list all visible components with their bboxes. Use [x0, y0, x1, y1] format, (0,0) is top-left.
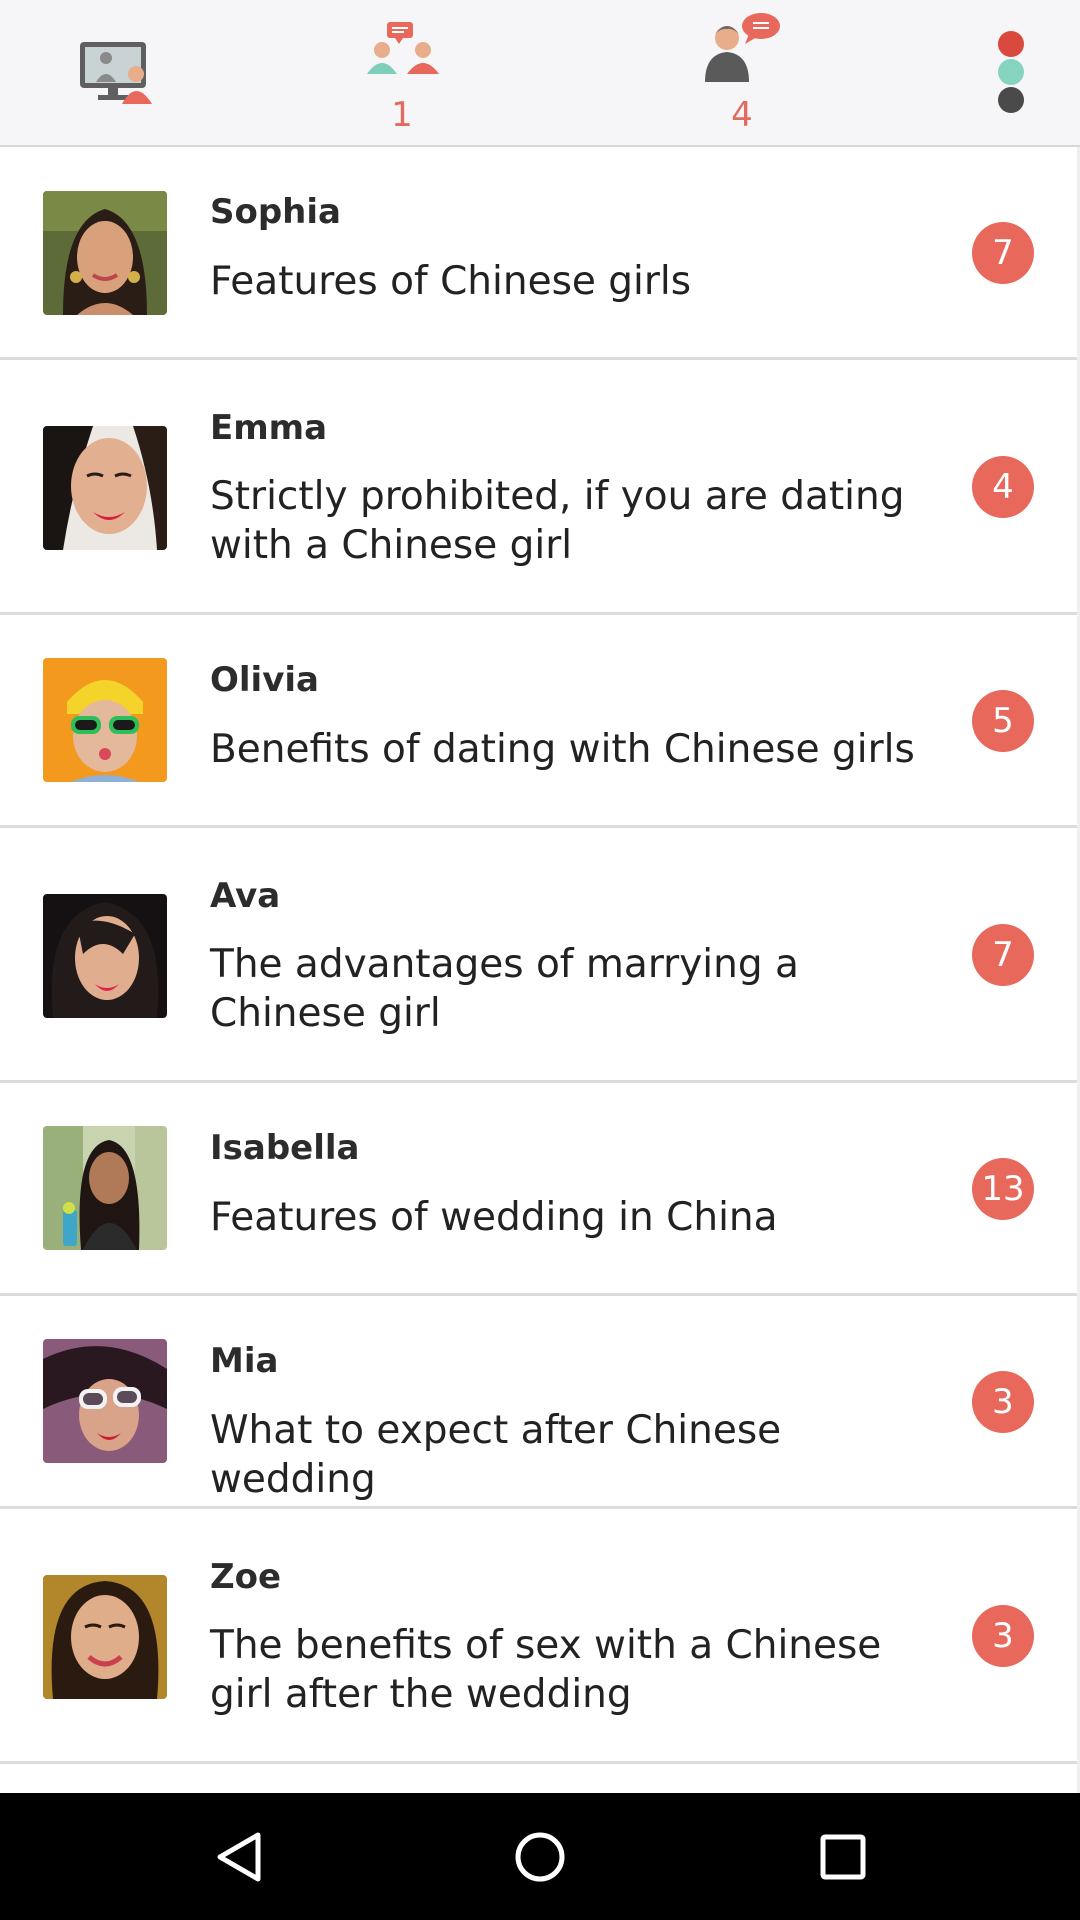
- message-preview: The advantages of marrying a Chinese gir…: [210, 942, 799, 1036]
- list-item[interactable]: Mia What to expect after Chinese wedding…: [0, 1296, 1077, 1509]
- list-item[interactable]: Ava The advantages of marrying a Chinese…: [0, 828, 1077, 1083]
- home-button[interactable]: [490, 1793, 590, 1920]
- avatar: [43, 658, 167, 782]
- conversation-list[interactable]: Sophia Features of Chinese girls 7 Emma …: [0, 147, 1080, 1793]
- unread-badge: 4: [972, 456, 1034, 518]
- contact-name: Isabella: [210, 1128, 360, 1168]
- app-screen: 1 4 Sophia Features of Chinese girls 7 E…: [0, 0, 1080, 1920]
- unread-badge: 13: [972, 1158, 1034, 1220]
- recents-square-icon: [820, 1834, 866, 1880]
- avatar: [43, 426, 167, 550]
- list-item[interactable]: [0, 1764, 1077, 1793]
- contact-name: Ava: [210, 876, 281, 916]
- list-item[interactable]: Emma Strictly prohibited, if you are dat…: [0, 360, 1077, 615]
- contact-name: Mia: [210, 1341, 279, 1381]
- contact-name: Zoe: [210, 1557, 282, 1597]
- message-preview: Features of wedding in China: [210, 1195, 778, 1240]
- overflow-dots-icon: [998, 31, 1024, 113]
- message-preview: The benefits of sex with a Chinese girl …: [210, 1623, 882, 1717]
- message-preview: What to expect after Chinese wedding: [210, 1408, 782, 1502]
- message-preview: Features of Chinese girls: [210, 259, 692, 304]
- back-triangle-icon: [217, 1832, 261, 1882]
- avatar: [43, 191, 167, 315]
- top-tab-bar: 1 4: [0, 0, 1080, 147]
- contact-name: Sophia: [210, 192, 341, 232]
- message-preview: Benefits of dating with Chinese girls: [210, 727, 915, 772]
- tab-messages[interactable]: 4: [667, 0, 817, 147]
- list-item[interactable]: Zoe The benefits of sex with a Chinese g…: [0, 1509, 1077, 1764]
- home-circle-icon: [515, 1832, 565, 1882]
- video-chat-icon: [80, 42, 152, 104]
- contact-name: Olivia: [210, 660, 319, 700]
- unread-badge: 5: [972, 690, 1034, 752]
- avatar: [43, 1339, 167, 1463]
- avatar: [43, 1126, 167, 1250]
- conversations-count: 1: [391, 95, 413, 135]
- system-nav-bar: [0, 1793, 1080, 1920]
- contact-name: Emma: [210, 408, 328, 448]
- tab-conversations[interactable]: 1: [327, 0, 477, 147]
- avatar: [43, 1575, 167, 1699]
- unread-badge: 3: [972, 1605, 1034, 1667]
- list-item[interactable]: Olivia Benefits of dating with Chinese g…: [0, 615, 1077, 828]
- overflow-menu-button[interactable]: [975, 0, 1047, 147]
- recents-button[interactable]: [793, 1793, 893, 1920]
- unread-badge: 7: [972, 222, 1034, 284]
- message-preview: Strictly prohibited, if you are dating w…: [210, 474, 905, 568]
- messages-count: 4: [731, 95, 753, 135]
- unread-badge: 7: [972, 924, 1034, 986]
- list-item[interactable]: Sophia Features of Chinese girls 7: [0, 147, 1077, 360]
- avatar: [43, 894, 167, 1018]
- back-button[interactable]: [190, 1793, 290, 1920]
- tab-video-chat[interactable]: [40, 0, 190, 147]
- unread-badge: 3: [972, 1371, 1034, 1433]
- list-item[interactable]: Isabella Features of wedding in China 13: [0, 1083, 1077, 1296]
